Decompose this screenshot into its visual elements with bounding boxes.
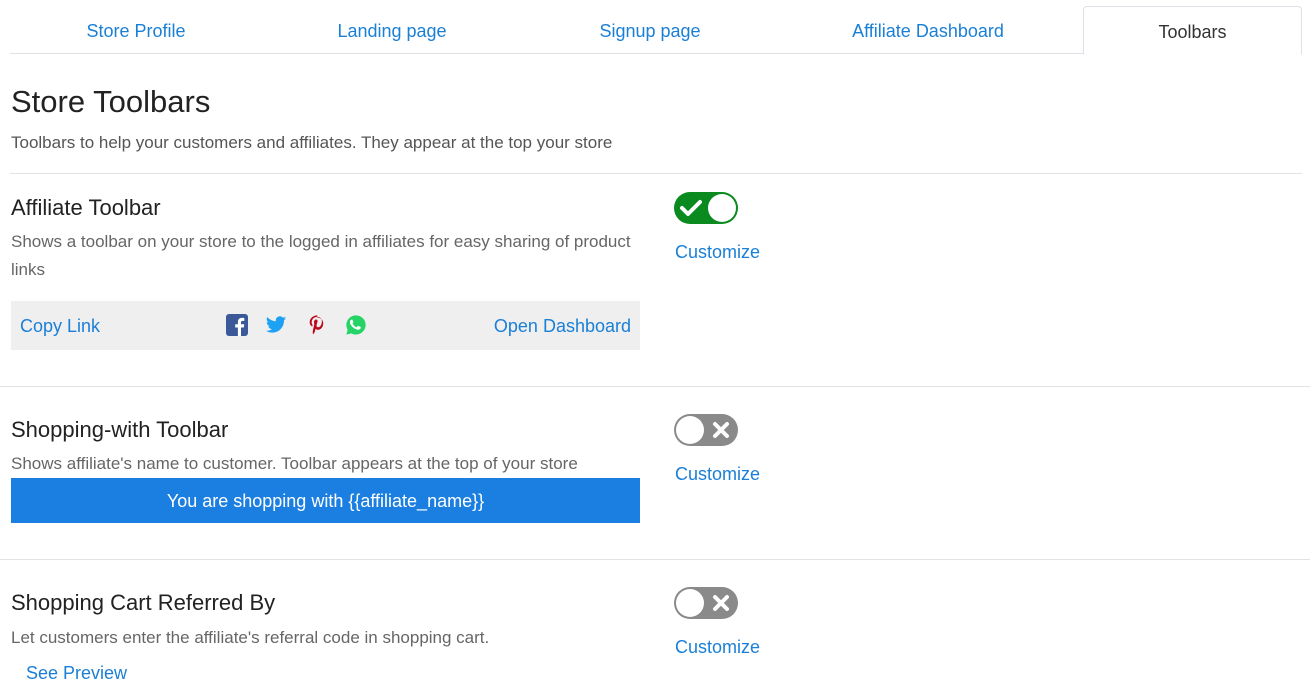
affiliate-toolbar-description: Shows a toolbar on your store to the log…	[11, 232, 631, 279]
close-icon	[706, 587, 736, 619]
open-dashboard-link[interactable]: Open Dashboard	[494, 301, 631, 352]
tab-toolbars[interactable]: Toolbars	[1083, 6, 1302, 55]
copy-link[interactable]: Copy Link	[20, 301, 100, 352]
twitter-icon[interactable]	[265, 314, 287, 336]
shopping-cart-referred-by-toggle[interactable]	[674, 587, 738, 619]
settings-tabs: Store Profile Landing page Signup page A…	[10, 6, 1302, 55]
pinterest-icon[interactable]	[306, 314, 328, 336]
shopping-cart-referred-by-description: Let customers enter the affiliate's refe…	[11, 628, 490, 647]
check-icon	[677, 192, 707, 224]
shopping-with-toolbar-customize-link[interactable]: Customize	[675, 464, 760, 485]
affiliate-toolbar-preview: Copy Link Open Dashboard	[11, 301, 640, 350]
see-preview-link[interactable]: See Preview	[26, 663, 127, 684]
whatsapp-icon[interactable]	[345, 314, 367, 336]
toggle-knob	[676, 416, 704, 444]
shopping-with-toolbar-preview: You are shopping with {{affiliate_name}}	[11, 478, 640, 523]
shopping-with-toolbar-toggle[interactable]	[674, 414, 738, 446]
shopping-cart-referred-by-title: Shopping Cart Referred By	[11, 590, 276, 615]
tab-signup-page[interactable]: Signup page	[522, 6, 778, 54]
shopping-with-toolbar-description: Shows affiliate's name to customer. Tool…	[11, 454, 578, 473]
affiliate-toolbar-customize-link[interactable]: Customize	[675, 242, 760, 263]
facebook-icon[interactable]	[226, 314, 248, 336]
toggle-knob	[676, 589, 704, 617]
close-icon	[706, 414, 736, 446]
divider	[0, 386, 1310, 387]
page-title: Store Toolbars	[11, 84, 211, 119]
shopping-cart-referred-by-customize-link[interactable]: Customize	[675, 637, 760, 658]
affiliate-toolbar-toggle[interactable]	[674, 192, 738, 224]
shopping-with-toolbar-title: Shopping-with Toolbar	[11, 417, 229, 442]
toggle-knob	[708, 194, 736, 222]
divider	[0, 559, 1310, 560]
divider	[10, 173, 1302, 174]
tab-store-profile[interactable]: Store Profile	[10, 6, 262, 54]
affiliate-toolbar-title: Affiliate Toolbar	[11, 195, 161, 220]
page-description: Toolbars to help your customers and affi…	[11, 133, 613, 152]
tab-affiliate-dashboard[interactable]: Affiliate Dashboard	[778, 6, 1078, 54]
tab-landing-page[interactable]: Landing page	[262, 6, 522, 54]
